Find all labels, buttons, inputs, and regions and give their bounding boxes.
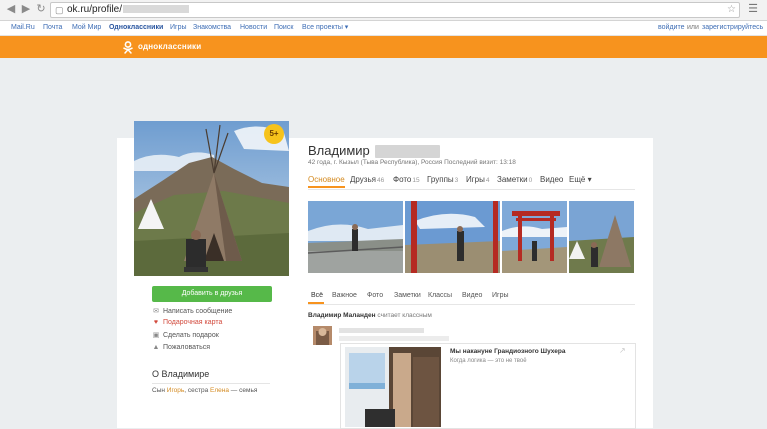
- relative-link-sister[interactable]: Елена: [210, 387, 229, 394]
- complain-label: Пожаловаться: [163, 344, 211, 351]
- feed-tab-classes[interactable]: Классы: [428, 292, 452, 299]
- feed-tab-notes[interactable]: Заметки: [394, 292, 421, 299]
- surname-redacted: [375, 145, 440, 158]
- portal-bar: Mail.Ru Почта Мой Мир Одноклассники Игры…: [0, 21, 767, 36]
- post-subtitle: Когда логика — это не твоё: [450, 358, 527, 364]
- add-friend-button[interactable]: Добавить в друзья: [152, 286, 272, 302]
- photo-thumbnail[interactable]: [405, 201, 500, 273]
- post-group-avatar[interactable]: [313, 326, 332, 345]
- tabs-divider: [308, 189, 635, 190]
- complain-link[interactable]: ▲ Пожаловаться: [152, 344, 210, 351]
- about-divider: [152, 383, 270, 384]
- feed-tab-games[interactable]: Игры: [492, 292, 509, 299]
- tab-notes[interactable]: Заметки0: [497, 175, 532, 184]
- about-title: О Владимире: [152, 369, 210, 379]
- feed-tab-video[interactable]: Видео: [462, 292, 482, 299]
- about-middle: , сестра: [184, 387, 211, 394]
- tab-groups[interactable]: Группы3: [427, 175, 458, 184]
- gift-card-label: Подарочная карта: [163, 319, 223, 326]
- feed-tab-photo[interactable]: Фото: [367, 292, 383, 299]
- portal-link-all-projects[interactable]: Все проекты ▾: [302, 21, 348, 35]
- gift-card-icon: ♥: [153, 319, 159, 326]
- browser-menu-icon[interactable]: ☰: [746, 2, 760, 16]
- about-text: Сын Игорь, сестра Елена — семья: [152, 387, 257, 394]
- photo-thumbnail[interactable]: [502, 201, 567, 273]
- warning-icon: ▲: [152, 344, 160, 351]
- back-button[interactable]: ◀: [4, 2, 18, 16]
- tab-video[interactable]: Видео: [540, 175, 563, 184]
- tab-friends[interactable]: Друзья46: [350, 175, 384, 184]
- write-message-label: Написать сообщение: [163, 308, 233, 315]
- site-header: одноклассники: [0, 36, 767, 58]
- age-badge: 5+: [264, 124, 284, 144]
- photo-thumbnail[interactable]: [569, 201, 634, 273]
- make-gift-link[interactable]: ▣ Сделать подарок: [152, 331, 219, 339]
- browser-toolbar: ◀ ▶ ↻ ▢ ok.ru/profile/ ☆ ☰: [0, 0, 767, 21]
- portal-link-mymir[interactable]: Мой Мир: [72, 21, 101, 35]
- portal-link-mailru[interactable]: Mail.Ru: [11, 21, 35, 35]
- tab-more[interactable]: Ещё ▾: [569, 175, 592, 184]
- portal-link-games[interactable]: Игры: [170, 21, 187, 35]
- envelope-icon: ✉: [153, 308, 159, 315]
- feed-divider: [308, 304, 635, 305]
- portal-link-dating[interactable]: Знакомства: [193, 21, 231, 35]
- write-message-link[interactable]: ✉ Написать сообщение: [152, 307, 232, 315]
- address-bar[interactable]: ▢ ok.ru/profile/ ☆: [50, 2, 740, 18]
- about-prefix: Сын: [152, 387, 167, 394]
- reload-button[interactable]: ↻: [34, 2, 48, 16]
- bookmark-star-icon[interactable]: ☆: [727, 3, 736, 17]
- url-redacted: [123, 5, 190, 14]
- profile-avatar[interactable]: [134, 121, 289, 276]
- relative-link-son[interactable]: Игорь: [167, 387, 185, 394]
- about-suffix: — семья: [229, 387, 258, 394]
- photo-thumbnail[interactable]: [308, 201, 403, 273]
- gift-icon: ▣: [152, 332, 160, 339]
- profile-info: 42 года, г. Кызыл (Тыва Республика), Рос…: [308, 159, 516, 166]
- url-text: ok.ru/profile/: [67, 4, 123, 15]
- portal-link-ok[interactable]: Одноклассники: [109, 21, 163, 35]
- gift-card-link[interactable]: ♥ Подарочная карта: [152, 319, 222, 326]
- or-text: или: [687, 24, 699, 31]
- profile-name: Владимир: [308, 143, 370, 158]
- register-link[interactable]: зарегистрируйтесь: [702, 21, 763, 35]
- forward-button[interactable]: ▶: [19, 2, 33, 16]
- event-text: считает классным: [375, 312, 432, 319]
- active-tab-underline: [308, 186, 345, 188]
- portal-link-search[interactable]: Поиск: [274, 21, 293, 35]
- portal-link-mail[interactable]: Почта: [43, 21, 62, 35]
- login-link[interactable]: войдите: [658, 21, 684, 35]
- make-gift-label: Сделать подарок: [163, 332, 219, 339]
- group-name-redacted: [339, 328, 424, 333]
- page-icon: ▢: [55, 5, 64, 15]
- tab-photos[interactable]: Фото15: [393, 175, 420, 184]
- feed-tab-all[interactable]: Всё: [311, 292, 323, 299]
- tab-main[interactable]: Основное: [308, 175, 345, 184]
- logo-text[interactable]: одноклассники: [138, 42, 201, 51]
- feed-tab-important[interactable]: Важное: [332, 292, 357, 299]
- event-author-link[interactable]: Владимир Маланден: [308, 312, 376, 319]
- feed-event: Владимир Маланден считает классным: [308, 312, 432, 319]
- group-caption-redacted: [339, 336, 449, 341]
- ok-logo-icon[interactable]: [122, 41, 134, 54]
- post-image[interactable]: [345, 347, 441, 427]
- share-icon[interactable]: ↗: [619, 346, 626, 355]
- portal-link-news[interactable]: Новости: [240, 21, 267, 35]
- post-title[interactable]: Мы накануне Грандиозного Шухера: [450, 348, 565, 355]
- tab-games[interactable]: Игры4: [466, 175, 490, 184]
